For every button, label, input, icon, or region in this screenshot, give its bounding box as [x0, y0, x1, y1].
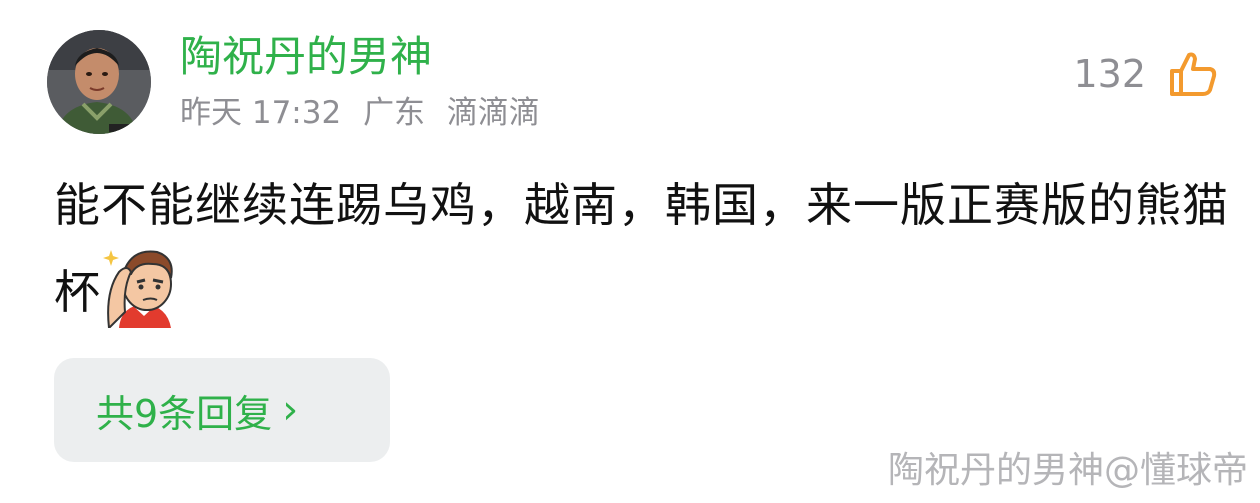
like-count: 132: [1073, 52, 1146, 96]
comment-location: 广东: [363, 95, 426, 131]
chevron-right-icon: ›: [282, 387, 299, 433]
thumbs-up-icon[interactable]: [1168, 49, 1218, 99]
comment-device: 滴滴滴: [446, 95, 540, 131]
comment-body: 能不能继续连踢乌鸡，越南，韩国，来一版正赛版的熊猫杯: [54, 178, 1229, 319]
comment-text: 能不能继续连踢乌鸡，越南，韩国，来一版正赛版的熊猫杯: [54, 168, 1234, 329]
thinking-face-emoji: [103, 250, 173, 328]
avatar-image: [47, 30, 151, 134]
view-replies-button[interactable]: 共9条回复 ›: [54, 358, 390, 462]
username[interactable]: 陶祝丹的男神: [180, 30, 432, 84]
replies-label: 共9条回复: [96, 391, 273, 436]
watermark: 陶祝丹的男神@懂球帝: [887, 450, 1248, 491]
comment-meta: 昨天 17:32 广东 滴滴滴: [180, 92, 540, 134]
comment-time: 昨天 17:32: [180, 95, 342, 131]
user-avatar[interactable]: [47, 30, 151, 134]
like-area[interactable]: 132: [1073, 38, 1218, 110]
